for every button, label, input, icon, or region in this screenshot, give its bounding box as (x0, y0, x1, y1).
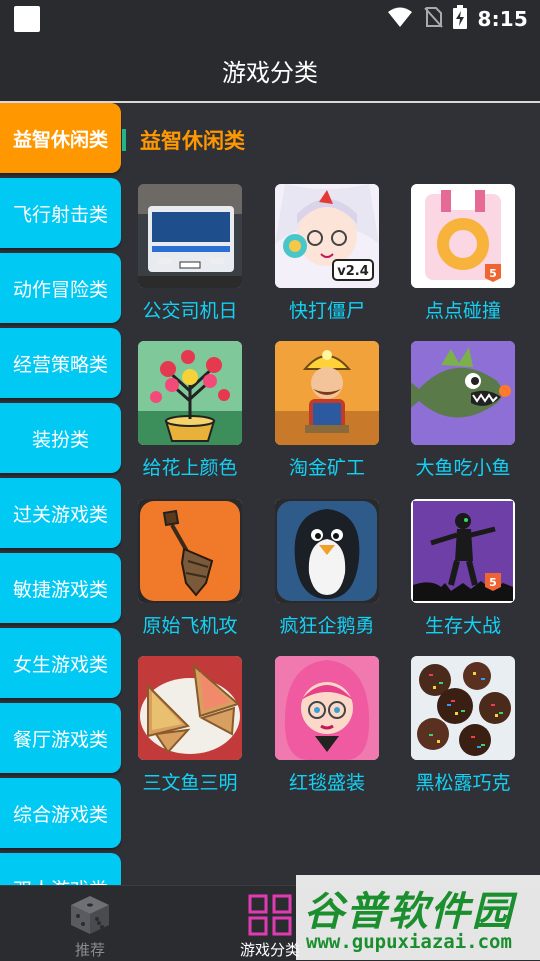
game-card[interactable]: 三文鱼三明 (122, 656, 258, 795)
wifi-icon (387, 6, 413, 32)
grid-icon (248, 894, 292, 940)
game-name: 黑松露巧克 (415, 772, 511, 794)
game-card[interactable]: 黑松露巧克 (395, 656, 531, 795)
sidebar-item-label: 益智休闲类 (12, 128, 108, 151)
sidebar-item-label: 双人游戏类 (13, 875, 108, 886)
bus-thumbnail (138, 184, 242, 288)
watermark: 谷普软件园 www.gupuxiazai.com (296, 875, 540, 960)
game-card[interactable]: 给花上颜色 (122, 341, 258, 480)
section-accent-bar (122, 129, 126, 151)
gold-miner-thumbnail (275, 341, 379, 445)
nav-recommend[interactable]: 推荐 (20, 886, 160, 961)
game-card[interactable]: 红毯盛装 (259, 656, 395, 795)
sidebar-item-agility[interactable]: 敏捷游戏类 (0, 553, 121, 623)
game-grid-panel: 益智休闲类 公交司机日 v2.4 快打僵尸 5 点点碰撞 给花上颜色 淘金矿工 … (122, 103, 540, 885)
nav-recommend-label: 推荐 (74, 941, 105, 959)
anime-girl-thumbnail: v2.4 (275, 184, 379, 288)
sidebar-item-label: 敏捷游戏类 (12, 578, 108, 601)
game-name: 原始飞机攻 (142, 615, 238, 637)
pink-ring-thumbnail: 5 (411, 184, 515, 288)
game-name: 点点碰撞 (424, 300, 501, 322)
game-card[interactable]: 大鱼吃小鱼 (395, 341, 531, 480)
battery-charging-icon (453, 5, 468, 33)
game-card[interactable]: v2.4 快打僵尸 (259, 184, 395, 323)
penguin-thumbnail (275, 499, 379, 603)
header: 游戏分类 (0, 38, 540, 102)
sidebar-item-adventure[interactable]: 动作冒险类 (0, 253, 121, 323)
sidebar-item-general[interactable]: 综合游戏类 (0, 778, 121, 848)
game-card[interactable]: 公交司机日 (122, 184, 258, 323)
watermark-url: www.gupuxiazai.com (306, 931, 512, 953)
sidebar-item-strategy[interactable]: 经营策略类 (0, 328, 121, 398)
sidebar-item-label: 飞行射击类 (12, 203, 108, 226)
watermark-brand: 谷普软件园 (304, 889, 514, 935)
sidebar-item-shooting[interactable]: 飞行射击类 (0, 178, 121, 248)
category-sidebar: 益智休闲类 飞行射击类 动作冒险类 经营策略类 装扮类 过关游戏类 敏捷游戏类 … (0, 103, 122, 885)
sandwich-thumbnail (138, 656, 242, 760)
page-title: 游戏分类 (222, 58, 318, 87)
html5-badge: 5 (489, 267, 497, 280)
zombie-silhouette-thumbnail: 5 (411, 499, 515, 603)
game-card[interactable]: 5 点点碰撞 (395, 184, 531, 323)
sidebar-item-restaurant[interactable]: 餐厅游戏类 (0, 703, 121, 773)
sidebar-item-label: 装扮类 (31, 428, 89, 451)
notification-icon (14, 6, 40, 32)
pink-hair-girl-thumbnail (275, 656, 379, 760)
primitive-plane-thumbnail (138, 499, 242, 603)
game-name: 公交司机日 (142, 300, 238, 322)
version-badge: v2.4 (337, 264, 369, 279)
game-name: 生存大战 (424, 615, 501, 637)
html5-badge: 5 (489, 576, 497, 589)
sidebar-item-label: 综合游戏类 (12, 803, 108, 826)
game-card[interactable]: 淘金矿工 (259, 341, 395, 480)
game-name: 快打僵尸 (288, 300, 365, 322)
section-title: 益智休闲类 (140, 129, 245, 153)
status-bar: 8:15 (0, 0, 540, 38)
dice-icon (69, 894, 111, 940)
sidebar-item-level[interactable]: 过关游戏类 (0, 478, 121, 548)
sidebar-item-label: 经营策略类 (12, 353, 108, 376)
sidebar-item-puzzle[interactable]: 益智休闲类 (0, 103, 121, 173)
big-fish-thumbnail (411, 341, 515, 445)
chocolate-truffle-thumbnail (411, 656, 515, 760)
game-name: 大鱼吃小鱼 (415, 457, 511, 479)
sidebar-item-two-player[interactable]: 双人游戏类 (0, 853, 121, 885)
game-card[interactable]: 疯狂企鹅勇 (259, 499, 395, 638)
flower-pot-thumbnail (138, 341, 242, 445)
sidebar-item-label: 过关游戏类 (12, 503, 108, 526)
game-name: 给花上颜色 (142, 457, 238, 479)
sidebar-item-dressup[interactable]: 装扮类 (0, 403, 121, 473)
sidebar-item-label: 餐厅游戏类 (12, 728, 108, 751)
no-sim-icon (423, 6, 444, 32)
section-header: 益智休闲类 (122, 125, 245, 155)
game-card[interactable]: 原始飞机攻 (122, 499, 258, 638)
sidebar-item-label: 女生游戏类 (12, 653, 108, 676)
game-card[interactable]: 5 生存大战 (395, 499, 531, 638)
game-name: 红毯盛装 (288, 772, 365, 794)
game-name: 三文鱼三明 (142, 772, 238, 794)
game-name: 疯狂企鹅勇 (279, 615, 375, 637)
sidebar-item-girls[interactable]: 女生游戏类 (0, 628, 121, 698)
game-name: 淘金矿工 (288, 457, 365, 479)
sidebar-item-label: 动作冒险类 (12, 278, 108, 301)
clock: 8:15 (477, 7, 528, 31)
